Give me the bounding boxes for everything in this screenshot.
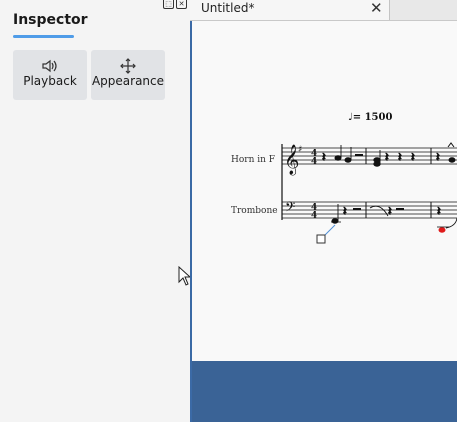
panel-controls: ⬚ ✕ xyxy=(163,0,187,9)
time-signatures: 44 44 xyxy=(311,149,317,221)
tab-bar: Untitled* ✕ xyxy=(190,0,457,21)
tab-untitled[interactable]: Untitled* ✕ xyxy=(190,0,390,20)
svg-text:𝄽: 𝄽 xyxy=(385,150,389,164)
appearance-button[interactable]: Appearance xyxy=(91,50,165,100)
appearance-label: Appearance xyxy=(91,74,165,88)
inspector-title: Inspector xyxy=(13,12,88,28)
playback-button[interactable]: Playback xyxy=(13,50,87,100)
svg-text:4: 4 xyxy=(311,157,317,167)
svg-text:𝄽: 𝄽 xyxy=(437,204,441,218)
score-notation[interactable]: 𝄞 ♯ 𝄢 44 44 𝄽 𝄽 𝄽 𝄽 𝄽 𝄽 𝄽 𝄽 xyxy=(190,100,457,250)
svg-text:𝄽: 𝄽 xyxy=(388,204,392,218)
svg-text:4: 4 xyxy=(311,211,317,221)
tab-title: Untitled* xyxy=(201,1,255,15)
panel-float-icon[interactable]: ⬚ xyxy=(163,0,174,9)
tab-close-icon[interactable]: ✕ xyxy=(370,0,383,17)
inspector-title-underline xyxy=(13,35,74,38)
sharp-icon: ♯ xyxy=(298,145,302,155)
move-arrows-icon xyxy=(120,58,136,74)
bottom-panel xyxy=(190,361,457,422)
speaker-icon xyxy=(42,59,57,73)
panel-close-icon[interactable]: ✕ xyxy=(176,0,187,9)
inspector-panel: ⬚ ✕ Inspector Playback Appearance xyxy=(0,0,190,422)
svg-text:𝄽: 𝄽 xyxy=(398,150,402,164)
drag-handle xyxy=(316,234,326,244)
svg-text:𝄽: 𝄽 xyxy=(322,150,326,164)
bass-clef-icon: 𝄢 xyxy=(285,199,295,218)
svg-text:𝄽: 𝄽 xyxy=(436,150,440,164)
svg-text:𝄽: 𝄽 xyxy=(343,204,347,218)
playback-label: Playback xyxy=(23,74,77,88)
svg-text:𝄽: 𝄽 xyxy=(411,150,415,164)
drag-handle-line xyxy=(323,224,336,237)
horn-notes: 𝄽 𝄽 𝄽 𝄽 𝄽 xyxy=(322,142,456,167)
